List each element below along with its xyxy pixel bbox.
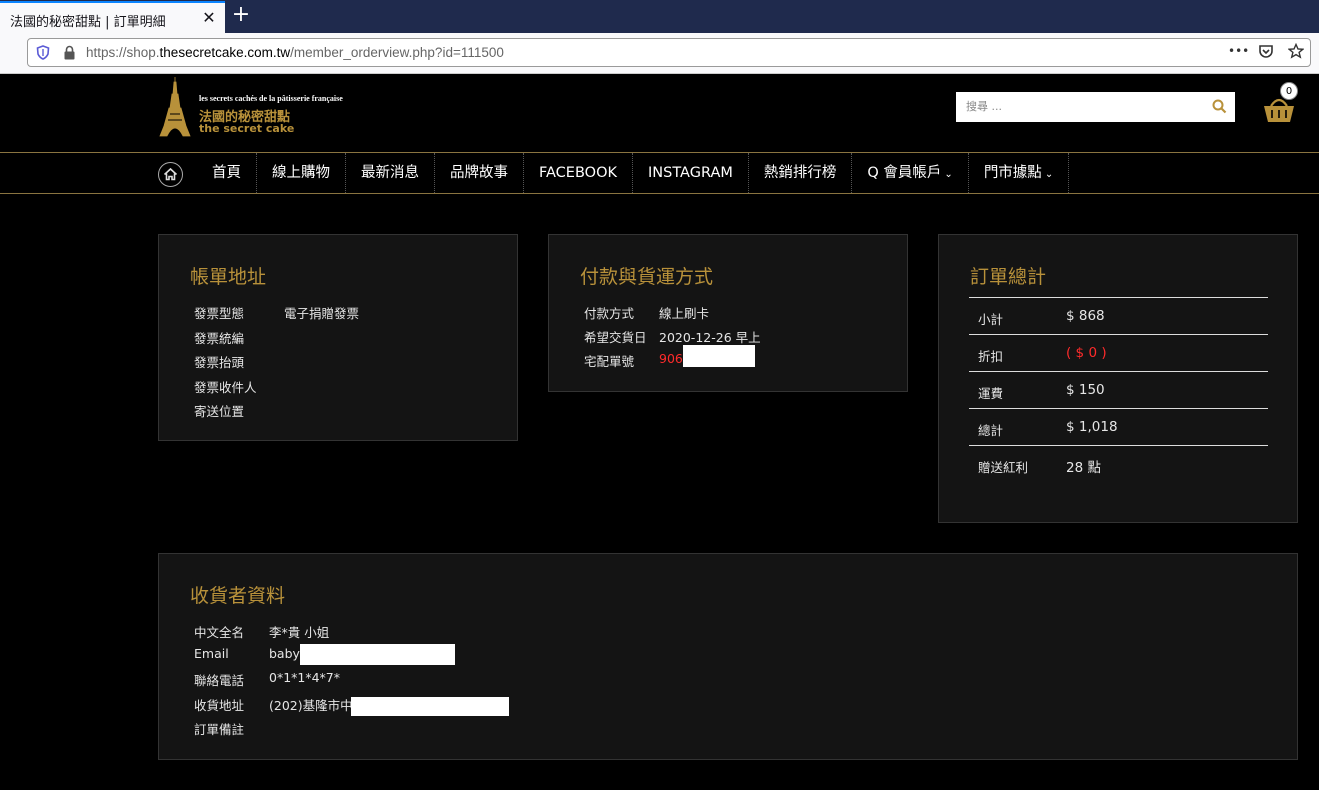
totals-row: 折扣 ( $ 0 ): [969, 334, 1268, 371]
redaction-block: [351, 697, 509, 716]
recipient-title: 收貨者資料: [190, 585, 286, 607]
nav-item-label: 首頁: [212, 165, 241, 181]
totals-label: 總計: [978, 423, 1004, 438]
new-tab-icon[interactable]: +: [231, 2, 251, 27]
totals-row: 總計 $ 1,018: [969, 408, 1268, 445]
url-text[interactable]: https://shop.thesecretcake.com.tw/member…: [86, 45, 504, 60]
billing-title: 帳單地址: [190, 266, 267, 288]
home-icon: [163, 167, 178, 181]
delivery-date-value: 2020-12-26 早上: [659, 330, 761, 345]
nav-item-bestsellers[interactable]: 熱銷排行榜: [749, 153, 853, 193]
field-label: 宅配單號: [584, 354, 635, 369]
nav-item-stores[interactable]: 門市據點 ⌄: [969, 153, 1070, 193]
field-label: 訂單備註: [194, 722, 245, 737]
search-box: [956, 92, 1235, 122]
billing-panel: 帳單地址 發票型態 電子捐贈發票 發票統編 發票抬頭 發票收件人 寄送位置: [158, 234, 518, 441]
totals-table: 小計 $ 868 折扣 ( $ 0 ) 運費 $ 150 總計 $ 1,018 …: [969, 297, 1268, 482]
shipping-value: $ 150: [1066, 382, 1105, 398]
totals-label: 折扣: [978, 349, 1004, 364]
discount-value: ( $ 0 ): [1066, 345, 1107, 361]
grand-total-value: $ 1,018: [1066, 419, 1118, 435]
browser-tab[interactable]: 法國的秘密甜點 | 訂單明細 ✕: [0, 1, 225, 33]
main-nav: 首頁 線上購物 最新消息 品牌故事 FACEBOOK INSTAGRAM 熱銷排…: [0, 152, 1319, 194]
field-label: 希望交貨日: [584, 330, 647, 345]
field-label: 聯絡電話: [194, 673, 245, 688]
field-label: 發票型態: [194, 306, 245, 321]
redaction-block: [300, 644, 455, 665]
field-label: 發票收件人: [194, 380, 257, 395]
bonus-points-value: 28 點: [1066, 460, 1101, 476]
totals-row: 小計 $ 868: [969, 297, 1268, 334]
address-bar[interactable]: https://shop.thesecretcake.com.tw/member…: [27, 38, 1311, 67]
totals-label: 運費: [978, 386, 1004, 401]
recipient-email-value: baby: [269, 646, 300, 661]
nav-item-member-account[interactable]: Q 會員帳戶 ⌄: [852, 153, 969, 193]
subtotal-value: $ 868: [1066, 308, 1105, 324]
pocket-icon[interactable]: [1258, 43, 1274, 59]
nav-item-facebook[interactable]: FACEBOOK: [524, 153, 633, 193]
field-label: 付款方式: [584, 306, 635, 321]
payment-panel: 付款與貨運方式 付款方式 線上刷卡 希望交貨日 2020-12-26 早上 宅配…: [548, 234, 908, 392]
chevron-down-icon: ⌄: [1044, 169, 1054, 180]
redaction-block: [683, 345, 755, 367]
nav-item-label: 最新消息: [361, 165, 419, 181]
logo-english-name: the secret cake: [199, 122, 295, 135]
recipient-panel: 收貨者資料 中文全名 李*貴 小姐 Email baby 聯絡電話 0*1*1*…: [158, 553, 1298, 760]
search-icon[interactable]: [1212, 99, 1227, 114]
tab-title: 法國的秘密甜點 | 訂單明細: [10, 15, 166, 30]
recipient-phone-value: 0*1*1*4*7*: [269, 670, 341, 685]
field-label: 發票統編: [194, 331, 245, 346]
totals-label: 贈送紅利: [978, 460, 1029, 475]
field-label: 收貨地址: [194, 698, 245, 713]
lock-icon[interactable]: [63, 45, 76, 60]
nav-item-shop[interactable]: 線上購物: [257, 153, 346, 193]
nav-item-instagram[interactable]: INSTAGRAM: [633, 153, 749, 193]
nav-item-brand-story[interactable]: 品牌故事: [435, 153, 524, 193]
chevron-down-icon: ⌄: [944, 169, 953, 180]
field-label: 發票抬頭: [194, 355, 245, 370]
nav-item-news[interactable]: 最新消息: [346, 153, 435, 193]
totals-title: 訂單總計: [970, 266, 1047, 288]
browser-toolbar: https://shop.thesecretcake.com.tw/member…: [0, 33, 1319, 74]
totals-label: 小計: [978, 312, 1004, 327]
field-label: 寄送位置: [194, 404, 245, 419]
payment-method-value: 線上刷卡: [659, 306, 710, 321]
nav-item-label: 線上購物: [272, 165, 330, 181]
site-logo[interactable]: les secrets cachés de la pâtisserie fran…: [157, 76, 377, 138]
nav-item-label: FACEBOOK: [539, 165, 617, 181]
cart-count-badge: 0: [1280, 82, 1298, 100]
nav-item-label: 熱銷排行榜: [763, 165, 837, 181]
nav-items: 首頁 線上購物 最新消息 品牌故事 FACEBOOK INSTAGRAM 熱銷排…: [197, 153, 1070, 193]
nav-item-label: 品牌故事: [450, 165, 508, 181]
more-actions-icon[interactable]: •••: [1228, 44, 1249, 58]
recipient-name-value: 李*貴 小姐: [269, 625, 330, 640]
logo-tagline: les secrets cachés de la pâtisserie fran…: [199, 94, 343, 103]
totals-row: 運費 $ 150: [969, 371, 1268, 408]
home-button[interactable]: [158, 162, 183, 187]
url-actions: •••: [1228, 43, 1304, 59]
search-input[interactable]: [966, 92, 1206, 120]
recipient-address-value: (202)基隆市中: [269, 698, 353, 713]
field-label: 中文全名: [194, 625, 245, 640]
close-tab-icon[interactable]: ✕: [200, 8, 218, 27]
nav-item-label: Q 會員帳戶: [867, 165, 942, 181]
nav-item-label: INSTAGRAM: [648, 165, 733, 181]
bookmark-star-icon[interactable]: [1288, 43, 1304, 59]
browser-tab-bar: 法國的秘密甜點 | 訂單明細 ✕ +: [0, 0, 1319, 33]
invoice-type-value: 電子捐贈發票: [284, 306, 360, 321]
site-header: les secrets cachés de la pâtisserie fran…: [0, 74, 1319, 152]
totals-row: 贈送紅利 28 點: [969, 445, 1268, 482]
payment-title: 付款與貨運方式: [580, 266, 714, 288]
eiffel-tower-logo-icon: [159, 77, 191, 137]
shield-icon[interactable]: [36, 45, 50, 60]
nav-item-home[interactable]: 首頁: [197, 153, 257, 193]
tracking-number-value: 906: [659, 351, 683, 366]
field-label: Email: [194, 646, 229, 661]
order-totals-panel: 訂單總計 小計 $ 868 折扣 ( $ 0 ) 運費 $ 150 總計 $ 1…: [938, 234, 1298, 523]
nav-item-label: 門市據點: [983, 165, 1042, 181]
cart-button[interactable]: 0: [1262, 82, 1302, 122]
